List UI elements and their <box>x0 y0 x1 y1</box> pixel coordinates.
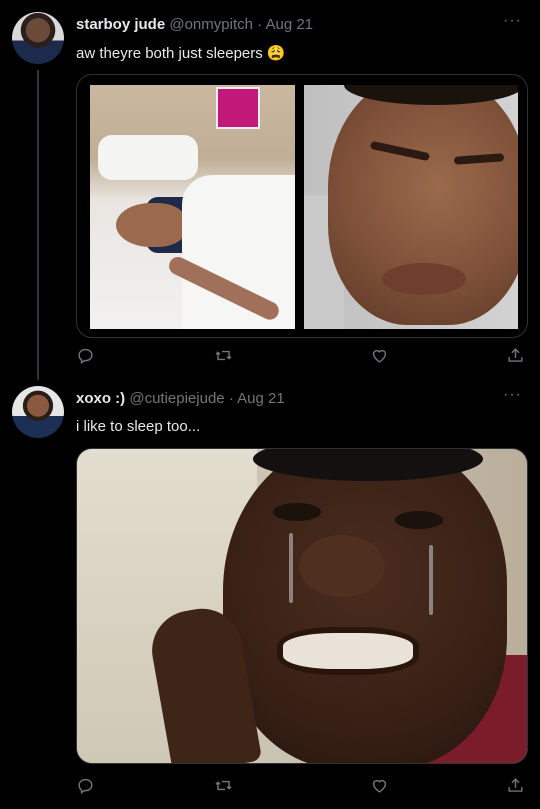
retweet-button[interactable] <box>214 776 233 795</box>
tweet-header: xoxo :) @cutiepiejude · Aug 21 <box>76 390 285 407</box>
timestamp[interactable]: Aug 21 <box>265 16 313 33</box>
avatar[interactable] <box>12 12 64 64</box>
nose <box>299 535 385 597</box>
share-button[interactable] <box>506 776 525 795</box>
photo-girl-sleeping[interactable] <box>90 85 295 329</box>
tweet-header: starboy jude @onmypitch · Aug 21 <box>76 16 313 33</box>
photo-crying-meme[interactable] <box>76 448 528 764</box>
handle[interactable]: @cutiepiejude <box>129 390 224 407</box>
share-button[interactable] <box>506 346 525 365</box>
tweet[interactable]: starboy jude @onmypitch · Aug 21 ··· aw … <box>0 0 540 380</box>
retweet-icon <box>215 350 232 361</box>
like-icon <box>372 349 387 363</box>
separator: · <box>257 16 263 33</box>
separator: · <box>228 390 234 407</box>
tear <box>289 533 293 603</box>
display-name[interactable]: starboy jude <box>76 16 165 33</box>
retweet-button[interactable] <box>214 346 233 365</box>
avatar[interactable] <box>12 386 64 438</box>
media-grid[interactable] <box>76 74 528 338</box>
photo-man-sleeping[interactable] <box>304 85 518 329</box>
tweet-text: i like to sleep too... <box>76 418 201 435</box>
smile <box>277 627 419 675</box>
action-bar <box>76 776 526 798</box>
like-icon <box>372 779 387 793</box>
reply-button[interactable] <box>76 776 95 795</box>
lips <box>382 263 466 295</box>
tear <box>429 545 433 615</box>
face <box>223 449 507 763</box>
tweet-text: aw theyre both just sleepers 😩 <box>76 45 286 62</box>
thread-connector-line <box>37 70 39 380</box>
reply-icon <box>78 778 93 795</box>
more-options-icon[interactable]: ··· <box>503 12 522 30</box>
wall-picture <box>216 87 260 129</box>
share-icon <box>508 348 523 362</box>
handle[interactable]: @onmypitch <box>169 16 253 33</box>
action-bar <box>76 346 526 368</box>
more-options-icon[interactable]: ··· <box>503 386 522 404</box>
pillow <box>98 135 198 180</box>
eye-left <box>273 503 321 521</box>
retweet-icon <box>215 780 232 791</box>
timestamp[interactable]: Aug 21 <box>237 390 285 407</box>
like-button[interactable] <box>370 776 389 795</box>
share-icon <box>508 778 523 792</box>
display-name[interactable]: xoxo :) <box>76 390 125 407</box>
tweet[interactable]: xoxo :) @cutiepiejude · Aug 21 ··· i lik… <box>0 372 540 809</box>
reply-button[interactable] <box>76 346 95 365</box>
reply-icon <box>78 348 93 365</box>
like-button[interactable] <box>370 346 389 365</box>
eye-right <box>395 511 443 529</box>
sleeping-girl <box>116 203 186 247</box>
